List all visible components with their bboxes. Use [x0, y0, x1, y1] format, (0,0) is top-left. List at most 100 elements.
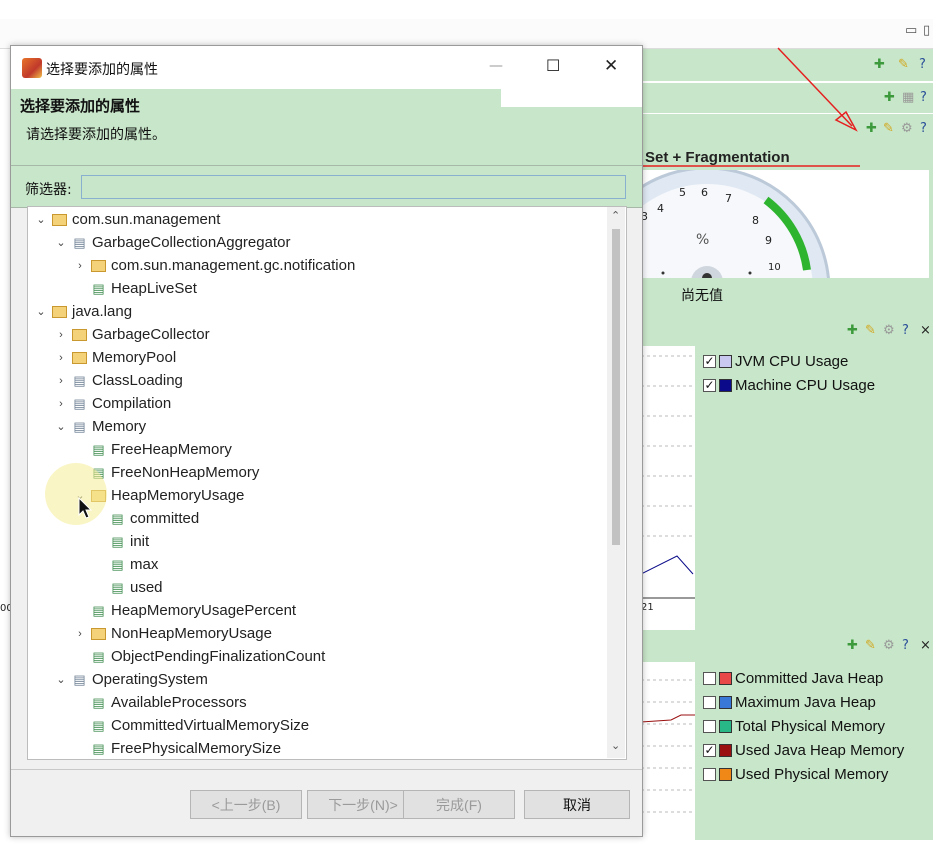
- attribute-icon: ▤: [92, 717, 105, 733]
- tree-node-label: committed: [130, 510, 200, 527]
- chevron-down-icon[interactable]: ⌄: [34, 305, 48, 318]
- folder-icon: ▭: [52, 213, 67, 226]
- tree-node[interactable]: ▤ committed: [92, 507, 199, 530]
- folder-icon: ▭: [52, 305, 67, 318]
- minimize-button[interactable]: —: [489, 58, 503, 74]
- mbean-icon: ▤: [73, 234, 86, 250]
- chevron-right-icon[interactable]: ›: [54, 375, 68, 387]
- tree-node-label: ClassLoading: [92, 372, 183, 389]
- header-title: 选择要添加的属性: [20, 97, 141, 115]
- attribute-folder-icon: ▭: [91, 259, 106, 272]
- tree-node[interactable]: ⌄ ▭ java.lang: [34, 300, 132, 323]
- tree-node[interactable]: › ▭ GarbageCollector: [54, 323, 210, 346]
- tree-node[interactable]: › ▭ MemoryPool: [54, 346, 176, 369]
- tree-node[interactable]: ▤ max: [92, 553, 158, 576]
- tree-node[interactable]: › ▤ Compilation: [54, 392, 171, 415]
- tree-node-label: used: [130, 579, 163, 596]
- chevron-right-icon[interactable]: ›: [54, 398, 68, 410]
- tree-node-label: GarbageCollectionAggregator: [92, 234, 291, 251]
- tree-node-label: FreeNonHeapMemory: [111, 464, 260, 481]
- tree-node-label: java.lang: [72, 303, 133, 320]
- scroll-up-icon[interactable]: ⌃: [611, 209, 620, 222]
- attribute-icon: ▤: [111, 510, 124, 526]
- tree-node[interactable]: ▤ used: [92, 576, 163, 599]
- tree-node[interactable]: ▤ ObjectPendingFinalizationCount: [73, 645, 325, 668]
- tree-node-label: MemoryPool: [92, 349, 177, 366]
- mbean-icon: ▤: [73, 671, 86, 687]
- app-logo-icon: [22, 58, 42, 78]
- chevron-right-icon[interactable]: ›: [73, 628, 87, 640]
- chevron-down-icon[interactable]: ⌄: [54, 420, 68, 433]
- tree-node-label: com.sun.management: [72, 211, 221, 228]
- tree-node[interactable]: ⌄ ▤ OperatingSystem: [54, 668, 208, 691]
- tree-node[interactable]: › ▭ NonHeapMemoryUsage: [73, 622, 272, 645]
- maximize-button[interactable]: ☐: [546, 56, 560, 75]
- tree-node-label: Compilation: [92, 395, 172, 412]
- chevron-down-icon[interactable]: ⌄: [34, 213, 48, 226]
- chevron-right-icon[interactable]: ›: [54, 352, 68, 364]
- tree-node-label: GarbageCollector: [92, 326, 210, 343]
- chevron-down-icon[interactable]: ⌄: [54, 673, 68, 686]
- cancel-button[interactable]: 取消: [524, 790, 630, 819]
- header-divider: [11, 165, 642, 166]
- tree-node[interactable]: ▤ HeapLiveSet: [73, 277, 197, 300]
- tree-node[interactable]: ▤ AvailableProcessors: [73, 691, 247, 714]
- close-button[interactable]: ✕: [604, 56, 618, 76]
- attribute-icon: ▤: [92, 280, 105, 296]
- tree-node[interactable]: ⌄ ▤ Memory: [54, 415, 146, 438]
- back-button[interactable]: <上一步(B): [190, 790, 302, 819]
- tree-node-label: HeapMemoryUsagePercent: [111, 602, 297, 619]
- header-description: 请选择要添加的属性。: [26, 127, 166, 143]
- tree-node-label: com.sun.management.gc.notification: [111, 257, 356, 274]
- filter-input[interactable]: [81, 175, 626, 199]
- attribute-icon: ▤: [92, 441, 105, 457]
- chevron-right-icon[interactable]: ›: [54, 329, 68, 341]
- tree-node-label: OperatingSystem: [92, 671, 208, 688]
- filter-label: 筛选器:: [25, 182, 72, 198]
- scroll-down-icon[interactable]: ⌄: [611, 739, 620, 752]
- mouse-pointer-icon: [78, 497, 93, 519]
- mbean-icon: ▤: [73, 395, 86, 411]
- add-attribute-dialog: 选择要添加的属性 — ☐ ✕ 选择要添加的属性 请选择要添加的属性。 筛选器: …: [10, 45, 643, 837]
- chevron-right-icon[interactable]: ›: [73, 260, 87, 272]
- tree-node[interactable]: ▤ CommittedVirtualMemorySize: [73, 714, 309, 737]
- tree-node-label: AvailableProcessors: [111, 694, 247, 711]
- tree-node-label: HeapLiveSet: [111, 280, 197, 297]
- finish-button[interactable]: 完成(F): [403, 790, 515, 819]
- dialog-title: 选择要添加的属性: [46, 62, 158, 78]
- button-divider: [11, 769, 642, 770]
- attribute-icon: ▤: [111, 556, 124, 572]
- attribute-icon: ▤: [111, 579, 124, 595]
- attribute-icon: ▤: [92, 694, 105, 710]
- scrollbar-thumb[interactable]: [612, 229, 620, 545]
- folder-icon: ▭: [72, 328, 87, 341]
- cursor-highlight: [45, 463, 107, 525]
- tree-node[interactable]: ▤ FreePhysicalMemorySize: [73, 737, 281, 760]
- tree-node-label: Memory: [92, 418, 147, 435]
- tree-node-label: CommittedVirtualMemorySize: [111, 717, 310, 734]
- tree-node-label: max: [130, 556, 159, 573]
- tree-node[interactable]: › ▭ com.sun.management.gc.notification: [73, 254, 355, 277]
- tree-node-label: NonHeapMemoryUsage: [111, 625, 272, 642]
- tree-node[interactable]: ▤ HeapMemoryUsagePercent: [73, 599, 296, 622]
- tree-scrollbar[interactable]: ⌃ ⌄: [607, 207, 625, 758]
- tree-node[interactable]: ⌄ ▤ GarbageCollectionAggregator: [54, 231, 290, 254]
- dialog-titlebar: 选择要添加的属性 — ☐ ✕: [11, 46, 642, 89]
- mbean-icon: ▤: [73, 418, 86, 434]
- tree-node[interactable]: ▤ init: [92, 530, 149, 553]
- tree-node-label: ObjectPendingFinalizationCount: [111, 648, 326, 665]
- attribute-tree: ⌄ ▭ com.sun.management ⌄ ▤ GarbageCollectionA…: [27, 206, 627, 760]
- attribute-icon: ▤: [92, 602, 105, 618]
- attribute-icon: ▤: [111, 533, 124, 549]
- tree-node-label: init: [130, 533, 150, 550]
- tree-node[interactable]: ⌄ ▭ com.sun.management: [34, 208, 220, 231]
- mbean-icon: ▤: [73, 372, 86, 388]
- attribute-folder-icon: ▭: [91, 627, 106, 640]
- tree-node-label: FreePhysicalMemorySize: [111, 740, 282, 757]
- attribute-icon: ▤: [92, 648, 105, 664]
- tree-node[interactable]: › ▤ ClassLoading: [54, 369, 183, 392]
- chevron-down-icon[interactable]: ⌄: [54, 236, 68, 249]
- tree-node-label: FreeHeapMemory: [111, 441, 232, 458]
- tree-node-label: HeapMemoryUsage: [111, 487, 245, 504]
- tree-node[interactable]: ▤ FreeHeapMemory: [73, 438, 232, 461]
